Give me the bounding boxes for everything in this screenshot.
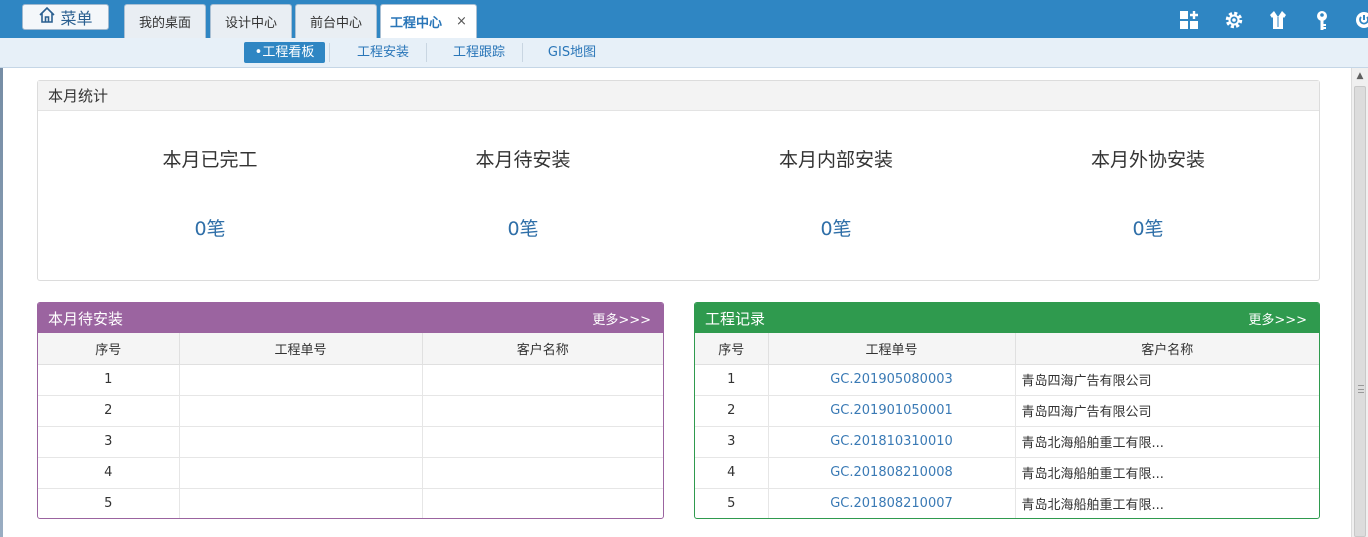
subnav-item-dashboard[interactable]: •工程看板 [244,42,325,63]
grid-plus-icon[interactable] [1178,9,1200,31]
cell-no: 3 [38,426,180,458]
tab-design-center[interactable]: 设计中心 [210,4,292,38]
power-icon[interactable] [1353,9,1368,31]
cell-no: 5 [38,488,180,518]
more-link[interactable]: 更多>>> [1248,309,1307,328]
cell-customer: 青岛北海船舶重工有限... [1021,498,1164,514]
table-row[interactable]: 5 [38,488,663,518]
cell-order [179,364,423,396]
stat-value[interactable]: 0笔 [676,214,996,241]
panel-title: 本月统计 [38,81,1319,111]
cell-no: 4 [38,457,180,489]
tab-label: 工程中心 [390,16,443,31]
cell-customer: 青岛四海广告有限公司 [1015,395,1319,427]
table-row[interactable]: 1 GC.201905080003 青岛四海广告有限公司 [695,364,1319,396]
top-bar: 菜单 我的桌面 设计中心 前台中心 工程中心 × [0,0,1368,38]
stat-label: 本月外协安装 [1090,149,1205,171]
table-row[interactable]: 4 [38,457,663,489]
table-row[interactable]: 2 GC.201901050001 青岛四海广告有限公司 [695,395,1319,427]
cell-customer: 青岛北海船舶重工有限... [1015,426,1319,458]
tab-my-desktop[interactable]: 我的桌面 [124,4,206,38]
cell-no: 2 [38,395,180,427]
cell-order [179,457,423,489]
stat-value[interactable]: 0笔 [363,214,683,241]
home-icon [38,6,56,28]
order-link[interactable]: GC.201905080003 [768,364,1016,396]
subnav-item-gis-map[interactable]: GIS地图 [536,42,608,63]
menu-label: 菜单 [60,9,93,28]
key-icon[interactable] [1311,9,1333,31]
records-table: 序号 工程单号 客户名称 1 GC.201905080003 青岛四海广告有限公司 … [695,333,1319,518]
cell-order [179,426,423,458]
order-link[interactable]: GC.201901050001 [768,395,1016,427]
tab-close-icon[interactable]: × [456,14,467,29]
subnav-divider [329,43,330,62]
gear-icon[interactable] [1223,9,1245,31]
cell-customer [422,426,663,458]
cell-customer: 青岛北海船舶重工有限... [1015,457,1319,489]
table-row[interactable]: 3 [38,426,663,458]
tab-label: 前台中心 [309,16,362,31]
cell-no: 5 [695,488,769,518]
cell-order [179,395,423,427]
shirt-icon[interactable] [1267,9,1289,31]
order-link[interactable]: GC.201808210007 [768,488,1016,518]
tab-engineering-center[interactable]: 工程中心 × [380,4,477,38]
table-row[interactable]: 3 GC.201810310010 青岛北海船舶重工有限... [695,426,1319,458]
scroll-grip-icon [1358,385,1364,393]
table-row[interactable]: 2 [38,395,663,427]
tab-front-center[interactable]: 前台中心 [295,4,377,38]
scroll-thumb[interactable] [1354,86,1366,537]
cell-no: 1 [695,364,769,396]
column-header: 工程单号 [179,333,423,365]
more-link[interactable]: 更多>>> [592,309,651,328]
card-title: 工程记录 [705,309,766,328]
table-row[interactable]: 5 GC.201808210007 青岛北海船舶重工有限... [695,488,1319,518]
engineering-records-card: 工程记录 更多>>> 序号 工程单号 客户名称 1 GC.201905080003… [694,302,1320,519]
menu-button[interactable]: 菜单 [22,4,109,30]
cell-no: 3 [695,426,769,458]
stat-value[interactable]: 0笔 [988,214,1308,241]
cell-customer: 青岛四海广告有限公司 [1015,364,1319,396]
sub-navigation: •工程看板 工程安装 工程跟踪 GIS地图 [0,38,1368,68]
cell-no: 1 [38,364,180,396]
stat-value[interactable]: 0笔 [50,214,370,241]
cell-customer [422,488,663,518]
stat-label: 本月已完工 [162,149,258,171]
column-header: 客户名称 [422,333,663,365]
subnav-divider [426,43,427,62]
subnav-divider [522,43,523,62]
order-link[interactable]: GC.201810310010 [768,426,1016,458]
table-row[interactable]: 1 [38,364,663,396]
card-header: 工程记录 更多>>> [695,303,1319,333]
table-header-row: 序号 工程单号 客户名称 [38,333,663,365]
pending-install-card: 本月待安装 更多>>> 序号 工程单号 客户名称 1 2 3 4 5 [37,302,664,519]
vertical-scrollbar[interactable]: ▲ [1351,68,1368,537]
column-header: 客户名称 [1015,333,1319,365]
cell-no: 4 [695,457,769,489]
window-edge [0,68,3,537]
pending-table: 序号 工程单号 客户名称 1 2 3 4 5 [38,333,663,518]
table-row[interactable]: 4 GC.201808210008 青岛北海船舶重工有限... [695,457,1319,489]
subnav-item-tracking[interactable]: 工程跟踪 [441,42,517,63]
cell-customer [422,395,663,427]
column-header: 工程单号 [768,333,1016,365]
table-header-row: 序号 工程单号 客户名称 [695,333,1319,365]
monthly-stats-panel: 本月统计 本月已完工 0笔 本月待安装 0笔 本月内部安装 0笔 本月外协安装 … [37,80,1320,281]
subnav-item-install[interactable]: 工程安装 [345,42,421,63]
cell-customer [422,364,663,396]
tab-label: 我的桌面 [138,16,191,31]
card-title: 本月待安装 [48,309,124,328]
column-header: 序号 [695,333,769,365]
stat-label: 本月待安装 [475,149,571,171]
order-link[interactable]: GC.201808210008 [768,457,1016,489]
cell-order [179,488,423,518]
column-header: 序号 [38,333,180,365]
cell-customer [422,457,663,489]
cell-no: 2 [695,395,769,427]
stat-label: 本月内部安装 [778,149,893,171]
tab-label: 设计中心 [224,16,277,31]
scroll-up-arrow-icon[interactable]: ▲ [1352,68,1368,84]
card-header: 本月待安装 更多>>> [38,303,663,333]
